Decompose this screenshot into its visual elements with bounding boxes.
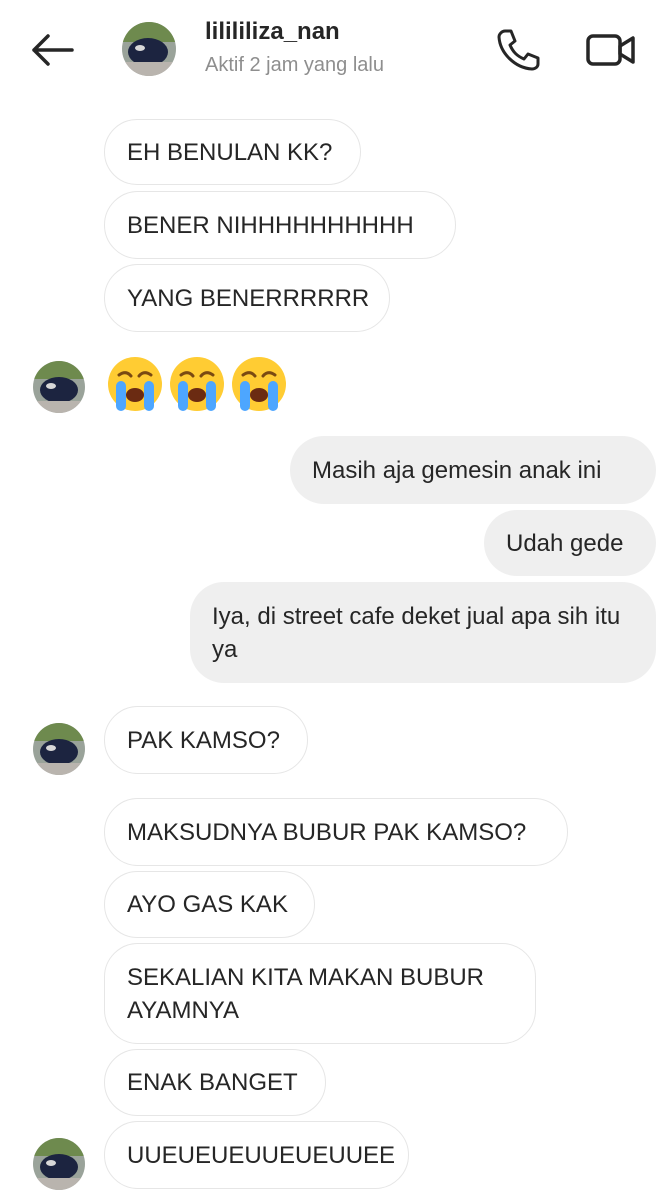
sender-avatar[interactable] [33, 361, 85, 413]
incoming-message[interactable]: YANG BENERRRRRR [104, 264, 390, 332]
sender-avatar[interactable] [33, 723, 85, 775]
incoming-message[interactable]: SEKALIAN KITA MAKAN BUBUR AYAMNYA [104, 943, 536, 1044]
active-status: Aktif 2 jam yang lalu [205, 54, 384, 76]
incoming-message[interactable]: ENAK BANGET [104, 1049, 326, 1116]
message-text: PAK KAMSO? [127, 726, 280, 754]
video-call-icon[interactable] [585, 26, 637, 74]
phone-call-icon[interactable] [494, 26, 542, 74]
message-text: EH BENULAN KK? [127, 138, 333, 166]
message-text: MAKSUDNYA BUBUR PAK KAMSO? [127, 818, 527, 846]
avatar[interactable] [122, 22, 176, 76]
chat-header: lilililiza_nan Aktif 2 jam yang lalu [0, 0, 670, 100]
sender-avatar[interactable] [33, 1138, 85, 1190]
back-arrow-icon[interactable] [28, 30, 76, 70]
incoming-message[interactable]: UUEUEUEUUEUEUUEE [104, 1121, 409, 1189]
message-text: SEKALIAN KITA MAKAN BUBUR AYAMNYA [127, 963, 484, 1024]
incoming-message[interactable]: AYO GAS KAK [104, 871, 315, 938]
message-text: YANG BENERRRRRR [127, 284, 370, 312]
incoming-message[interactable]: BENER NIHHHHHHHHHH [104, 191, 456, 259]
message-text: Masih aja gemesin anak ini [312, 456, 602, 484]
outgoing-message[interactable]: Udah gede [484, 510, 656, 576]
incoming-message[interactable]: MAKSUDNYA BUBUR PAK KAMSO? [104, 798, 568, 866]
crying-face-emoji-icon [108, 357, 162, 411]
crying-face-emoji-icon [170, 357, 224, 411]
message-text: AYO GAS KAK [127, 891, 288, 918]
message-text: UUEUEUEUUEUEUUEE [127, 1141, 396, 1169]
incoming-message[interactable]: PAK KAMSO? [104, 706, 308, 774]
outgoing-message[interactable]: Iya, di street cafe deket jual apa sih i… [190, 582, 656, 683]
message-text: BENER NIHHHHHHHHHH [127, 211, 414, 239]
message-text: ENAK BANGET [127, 1069, 298, 1096]
message-text: Iya, di street cafe deket jual apa sih i… [212, 602, 621, 663]
outgoing-message[interactable]: Masih aja gemesin anak ini [290, 436, 656, 504]
chat-username[interactable]: lilililiza_nan [205, 18, 340, 46]
incoming-message[interactable]: EH BENULAN KK? [104, 119, 361, 185]
crying-face-emoji-icon [232, 357, 286, 411]
message-text: Udah gede [506, 529, 624, 557]
